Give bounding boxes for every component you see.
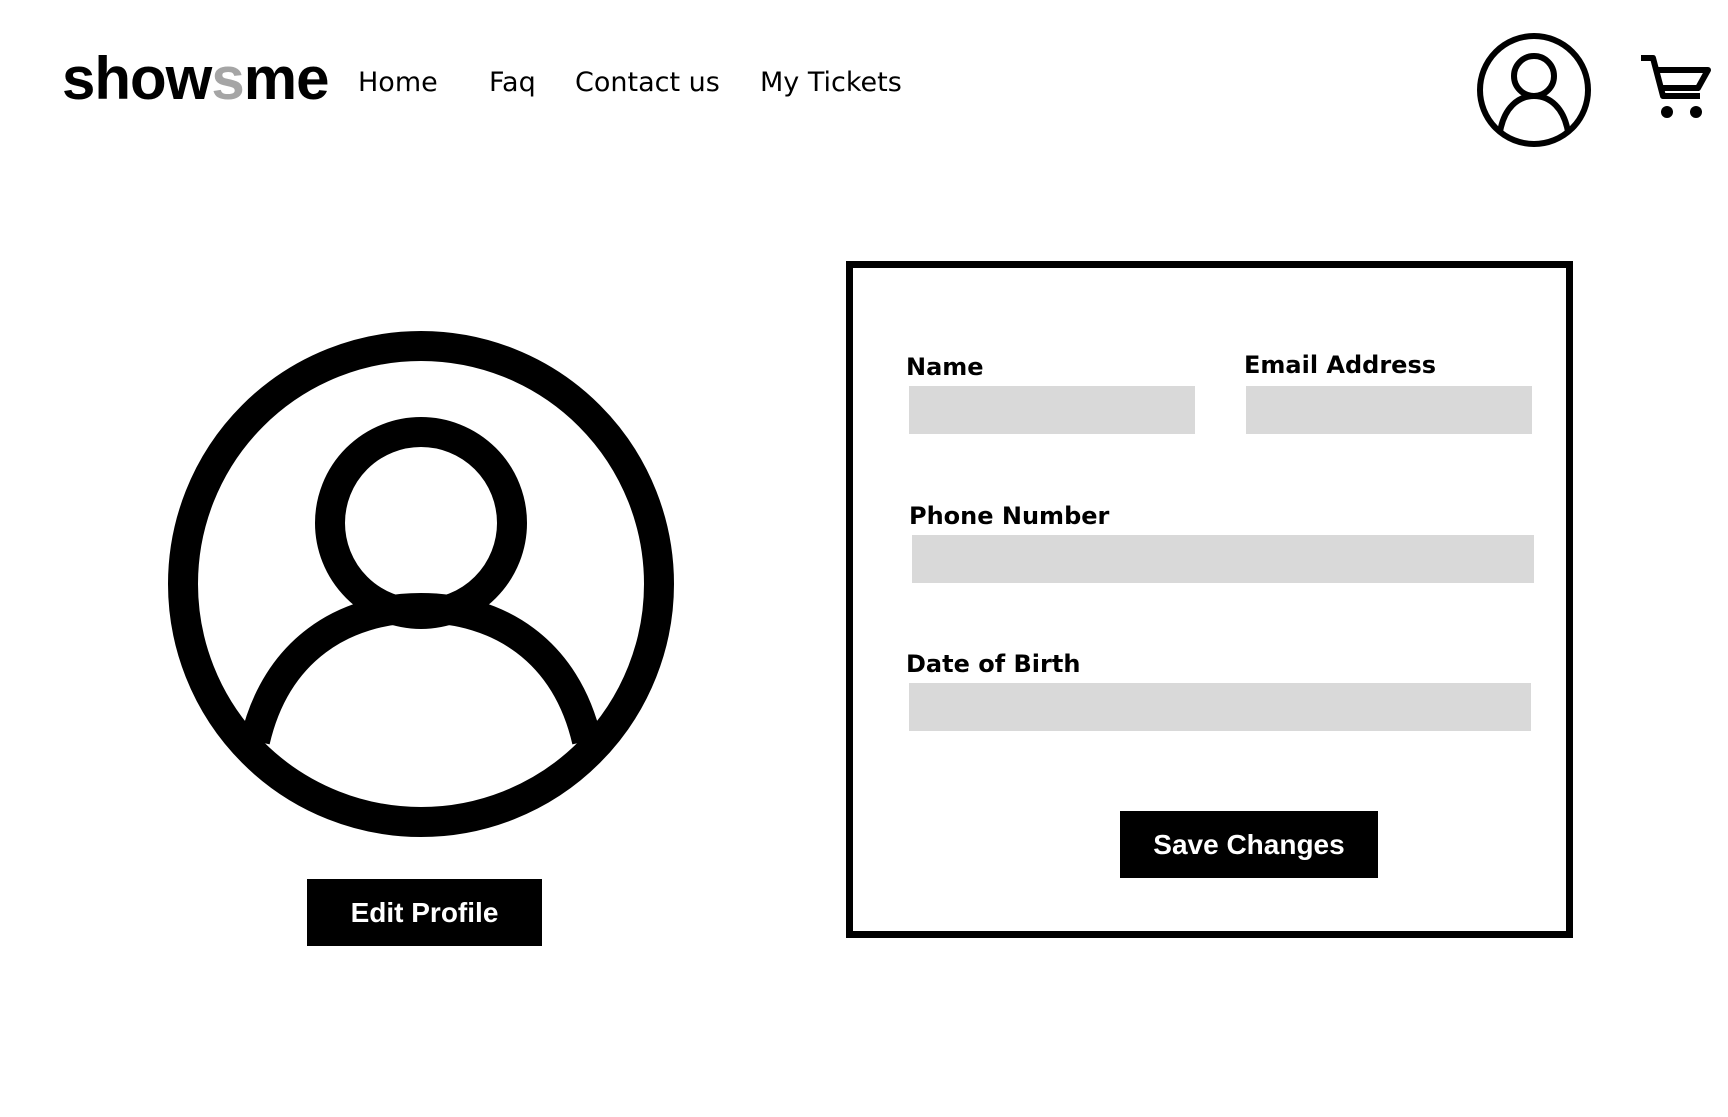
dob-input[interactable] [909,683,1531,731]
name-label: Name [906,353,984,381]
brand-accent: s [211,45,244,112]
shopping-cart-icon[interactable] [1638,52,1714,124]
brand-suffix: me [243,45,330,112]
name-input[interactable] [909,386,1195,434]
nav-contact[interactable]: Contact us [575,66,720,100]
phone-input[interactable] [912,535,1534,583]
nav-my-tickets[interactable]: My Tickets [760,66,902,100]
profile-form-panel: Name Email Address Phone Number Date of … [846,261,1573,938]
email-input[interactable] [1246,386,1532,434]
email-label: Email Address [1244,351,1437,379]
brand-logo[interactable]: showsme [62,42,330,116]
dob-label: Date of Birth [906,650,1081,678]
phone-label: Phone Number [909,502,1110,530]
user-avatar-icon [168,331,674,837]
nav-home[interactable]: Home [358,66,438,100]
nav-faq[interactable]: Faq [489,66,536,100]
edit-profile-button[interactable]: Edit Profile [307,879,542,946]
save-changes-button[interactable]: Save Changes [1120,811,1378,878]
brand-prefix: show [62,45,212,112]
user-circle-icon[interactable] [1474,30,1594,150]
